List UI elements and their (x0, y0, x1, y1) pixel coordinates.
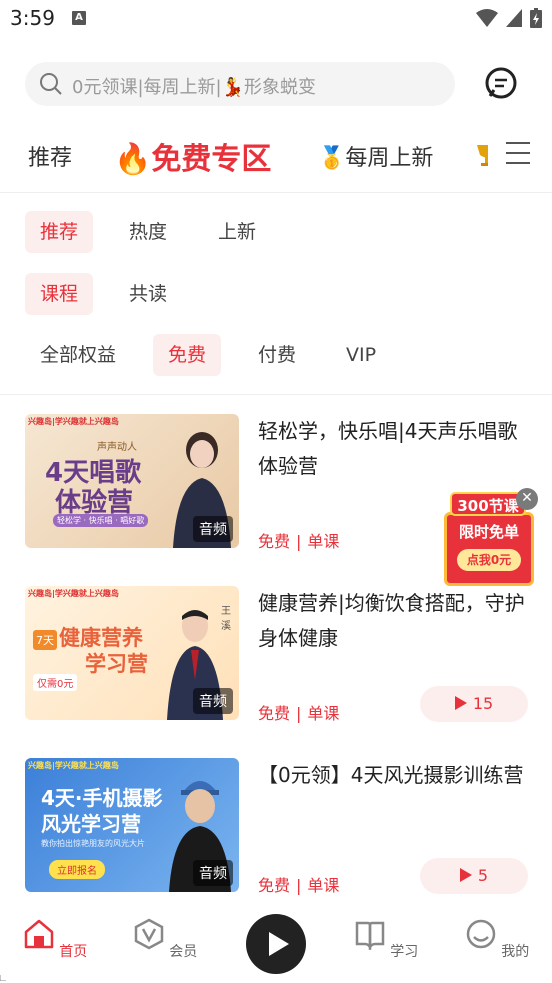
search-icon (40, 73, 62, 95)
filter-recommend[interactable]: 推荐 (25, 211, 94, 253)
nav-study[interactable]: 学习 (351, 918, 421, 961)
notification-a-icon: A (72, 11, 86, 25)
tab-weekly-new[interactable]: 🥇每周上新 (318, 140, 433, 172)
play-count-button[interactable]: 5 (420, 858, 528, 894)
course-title: 【0元领】4天风光摄影训练营 (258, 763, 524, 787)
nav-member-label: 会员 (169, 944, 198, 960)
corner-indicator-icon (0, 975, 6, 981)
course-title: 健康营养|均衡饮食搭配，守护身体健康 (258, 591, 525, 650)
battery-icon (530, 8, 542, 28)
thumb-line2: 风光学习营 (41, 812, 141, 836)
tab-recommend[interactable]: 推荐 (28, 140, 72, 172)
audio-badge: 音频 (193, 516, 233, 542)
play-count: 15 (472, 694, 494, 713)
bottom-nav: 首页 会员 学习 我的 (0, 908, 552, 983)
thumb-line1: 4天·手机摄影 (41, 786, 163, 810)
search-bar[interactable]: 0元领课|每周上新|💃形象蜕变 (25, 62, 455, 106)
trophy-icon[interactable] (474, 142, 488, 168)
thumb-tag: 7天 (33, 630, 57, 650)
audio-badge: 音频 (193, 688, 233, 714)
status-bar: 3:59 A (0, 0, 552, 40)
search-placeholder: 0元领课|每周上新|💃形象蜕变 (72, 77, 316, 98)
price-label: 免费 (258, 532, 291, 551)
free-promo-badge[interactable]: 限时免单 点我0元 300节课 ✕ (442, 488, 538, 590)
promo-line1: 限时免单 (458, 523, 519, 541)
member-icon (134, 918, 164, 950)
close-icon[interactable]: ✕ (516, 488, 538, 510)
play-icon (269, 932, 289, 956)
tab-free-zone[interactable]: 🔥免费专区 (114, 134, 271, 178)
filter-vip[interactable]: VIP (331, 334, 391, 376)
course-meta: 免费 | 单课 (258, 532, 340, 551)
filter-all-benefits[interactable]: 全部权益 (25, 334, 131, 376)
divider (0, 394, 552, 395)
course-thumbnail: 兴趣岛|学兴趣就上兴趣岛 7天 健康营养 学习营 仅需0元 王溪 音频 (25, 586, 239, 720)
status-icons (476, 8, 542, 28)
wifi-icon (476, 9, 498, 27)
menu-icon[interactable] (506, 142, 530, 168)
thumb-sub: 轻松学 · 快乐唱 · 唱好歌 (53, 514, 149, 527)
nav-home-label: 首页 (59, 944, 88, 960)
audio-badge: 音频 (193, 860, 233, 886)
course-card[interactable]: 兴趣岛|学兴趣就上兴趣岛 7天 健康营养 学习营 仅需0元 王溪 音频 健康营养… (0, 586, 552, 736)
thumb-line2: 学习营 (85, 652, 148, 676)
status-time: 3:59 (10, 6, 55, 30)
filter-hot[interactable]: 热度 (114, 211, 182, 253)
course-card[interactable]: 兴趣岛|学兴趣就上兴趣岛 4天·手机摄影 风光学习营 教你拍出惊艳朋友的风光大片… (0, 758, 552, 908)
price-label: 免费 (258, 876, 291, 895)
thumb-brand: 兴趣岛|学兴趣就上兴趣岛 (28, 589, 119, 598)
signal-icon (506, 9, 522, 27)
category-tabs: 推荐 🔥免费专区 🥇每周上新 (0, 128, 552, 184)
type-label: 单课 (307, 532, 340, 551)
promo-head: 300节课 (450, 492, 526, 516)
thumb-line1: 声声动人 (97, 442, 137, 453)
type-label: 单课 (307, 876, 340, 895)
home-icon (24, 919, 54, 949)
audio-player-button[interactable] (246, 914, 306, 974)
nav-member[interactable]: 会员 (130, 918, 200, 961)
thumb-sub: 教你拍出惊艳朋友的风光大片 (41, 839, 145, 848)
teacher-name: 王溪 (221, 606, 231, 632)
filter-paid[interactable]: 付费 (243, 334, 311, 376)
course-meta: 免费 | 单课 (258, 876, 340, 895)
filter-new[interactable]: 上新 (203, 211, 271, 253)
type-label: 单课 (307, 704, 340, 723)
price-label: 免费 (258, 704, 291, 723)
divider (0, 192, 552, 193)
course-thumbnail: 兴趣岛|学兴趣就上兴趣岛 声声动人 4天唱歌 体验营 轻松学 · 快乐唱 · 唱… (25, 414, 239, 548)
thumb-cta: 立即报名 (49, 860, 105, 879)
thumb-brand: 兴趣岛|学兴趣就上兴趣岛 (28, 761, 119, 770)
filter-free[interactable]: 免费 (153, 334, 222, 376)
thumb-brand: 兴趣岛|学兴趣就上兴趣岛 (28, 417, 119, 426)
book-icon (355, 921, 385, 952)
filter-course[interactable]: 课程 (25, 273, 94, 315)
message-icon[interactable] (484, 66, 518, 100)
nav-mine[interactable]: 我的 (462, 918, 532, 961)
course-title: 轻松学，快乐唱|4天声乐唱歌体验营 (258, 419, 518, 478)
profile-icon (466, 919, 496, 949)
play-count-button[interactable]: 15 (420, 686, 528, 722)
course-meta: 免费 | 单课 (258, 704, 340, 723)
play-count: 5 (477, 866, 489, 885)
promo-body: 限时免单 点我0元 (444, 512, 534, 586)
nav-mine-label: 我的 (501, 944, 530, 960)
course-thumbnail: 兴趣岛|学兴趣就上兴趣岛 4天·手机摄影 风光学习营 教你拍出惊艳朋友的风光大片… (25, 758, 239, 892)
nav-study-label: 学习 (390, 944, 419, 960)
promo-line2: 点我0元 (457, 549, 521, 571)
play-icon (459, 868, 472, 882)
play-icon (454, 696, 467, 710)
filter-read-together[interactable]: 共读 (114, 273, 182, 315)
thumb-price-tag: 仅需0元 (33, 674, 78, 691)
nav-home[interactable]: 首页 (20, 918, 90, 961)
